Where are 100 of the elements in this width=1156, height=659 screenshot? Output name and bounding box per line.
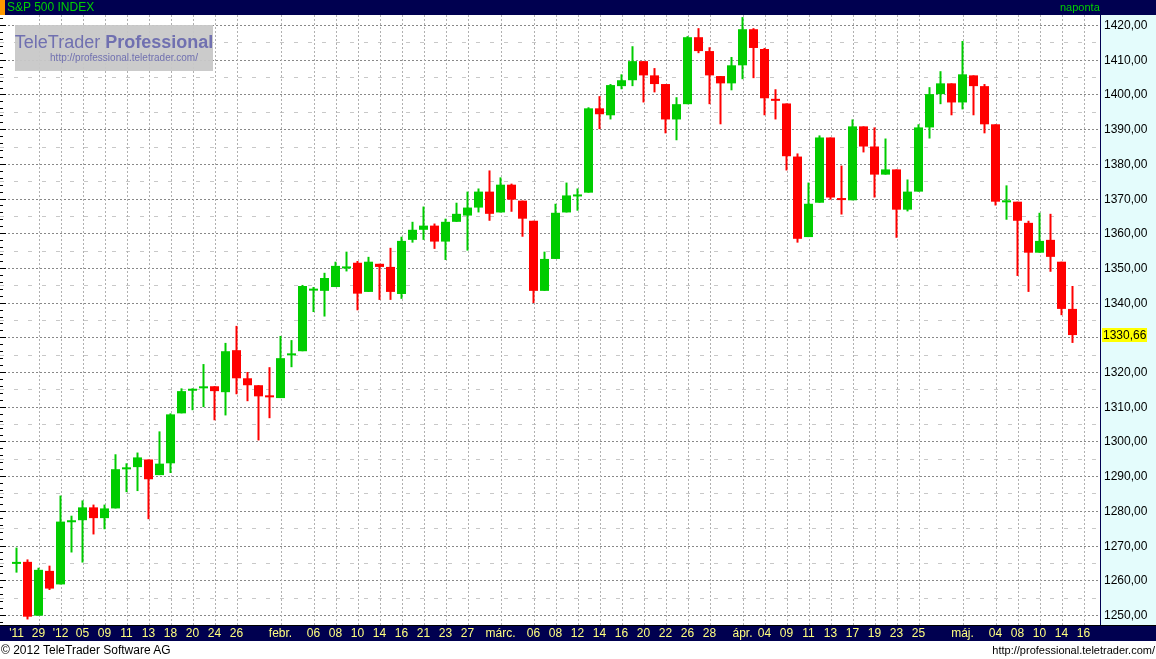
candlestick [34,567,43,616]
candlestick [199,364,208,408]
candlestick [254,385,263,441]
date-label: 27 [460,626,475,641]
candlestick [144,459,153,520]
candlestick [947,83,956,116]
candlestick [573,188,582,211]
candlestick [1046,213,1055,272]
price-label: 1360,00 [1104,226,1148,241]
date-label: 28 [702,626,717,641]
date-label: 16 [394,626,409,641]
candlestick [540,251,549,291]
candlestick [309,287,318,312]
candlestick [342,251,351,272]
candlestick [111,454,120,509]
price-label: 1260,00 [1104,573,1148,588]
candlestick [903,179,912,212]
date-label: 14 [1054,626,1069,641]
candlestick [661,84,670,134]
date-label: 19 [867,626,882,641]
last-price-tag: 1330,66 [1102,328,1148,343]
date-label: 16 [1076,626,1091,641]
candlestick [595,96,604,130]
candlestick [716,76,725,125]
date-label: 06 [306,626,321,641]
candlestick [1035,212,1044,253]
candlestick [782,103,791,171]
candlestick [397,236,406,299]
price-label: 1250,00 [1104,607,1148,622]
date-label: 20 [185,626,200,641]
interval-label: naponta [1060,0,1100,15]
candlestick [441,218,450,260]
price-label: 1310,00 [1104,399,1148,414]
price-label: 1290,00 [1104,469,1148,484]
date-label: 10 [350,626,365,641]
date-label: 08 [548,626,563,641]
date-label: febr. [268,626,293,641]
candlestick [276,335,285,399]
candlestick [78,500,87,563]
price-label: 1370,00 [1104,191,1148,206]
date-label: 08 [328,626,343,641]
date-label: 12 [570,626,585,641]
candlestick [375,263,384,300]
copyright-text: © 2012 TeleTrader Software AG [1,642,171,659]
date-label: 26 [680,626,695,641]
candlestick [518,200,527,237]
date-label: 04 [988,626,1003,641]
candlestick [914,124,923,192]
date-label: 09 [779,626,794,641]
date-label: 13 [823,626,838,641]
price-label: 1320,00 [1104,365,1148,380]
candlestick [771,89,780,120]
candlestick [936,71,945,105]
candlestick [67,515,76,553]
date-label: '12 [52,626,69,641]
date-label: 29 [31,626,46,641]
candlestick [837,165,846,215]
date-label: máj. [951,626,974,641]
candlestick [408,221,417,243]
candlestick [815,135,824,203]
candlestick [1024,220,1033,292]
candlestick [727,57,736,91]
candlestick [650,68,659,93]
candlestick [562,182,571,213]
price-label: 1380,00 [1104,156,1148,171]
candlestick [155,431,164,476]
price-label: 1280,00 [1104,503,1148,518]
date-label: 13 [141,626,156,641]
date-label: 23 [438,626,453,641]
candlestick [892,169,901,238]
price-label: 1400,00 [1104,87,1148,102]
candlestick [23,559,32,620]
date-label: 17 [845,626,860,641]
candlestick [639,61,648,103]
candlestick [243,372,252,402]
candlestick [320,272,329,317]
price-label: 1390,00 [1104,122,1148,137]
date-label: 24 [207,626,222,641]
candlestick [804,182,813,238]
date-label: 21 [416,626,431,641]
candlestick [122,463,131,493]
price-label: 1420,00 [1104,18,1148,33]
date-label: 18 [163,626,178,641]
candlestick [1057,261,1066,316]
date-label: márc. [485,626,516,641]
date-label: 10 [1032,626,1047,641]
date-label: 16 [614,626,629,641]
date-label: 20 [636,626,651,641]
candlestick [210,386,219,421]
candlestick [738,17,747,80]
date-label: 04 [757,626,772,641]
candlestick [463,191,472,251]
candlestick [331,261,340,288]
candlestick [287,340,296,368]
chart-title: S&P 500 INDEX [7,0,95,15]
date-label: 06 [526,626,541,641]
candlestick [859,126,868,153]
candlestick [496,177,505,213]
candlestick [133,452,142,492]
candlestick [617,74,626,90]
